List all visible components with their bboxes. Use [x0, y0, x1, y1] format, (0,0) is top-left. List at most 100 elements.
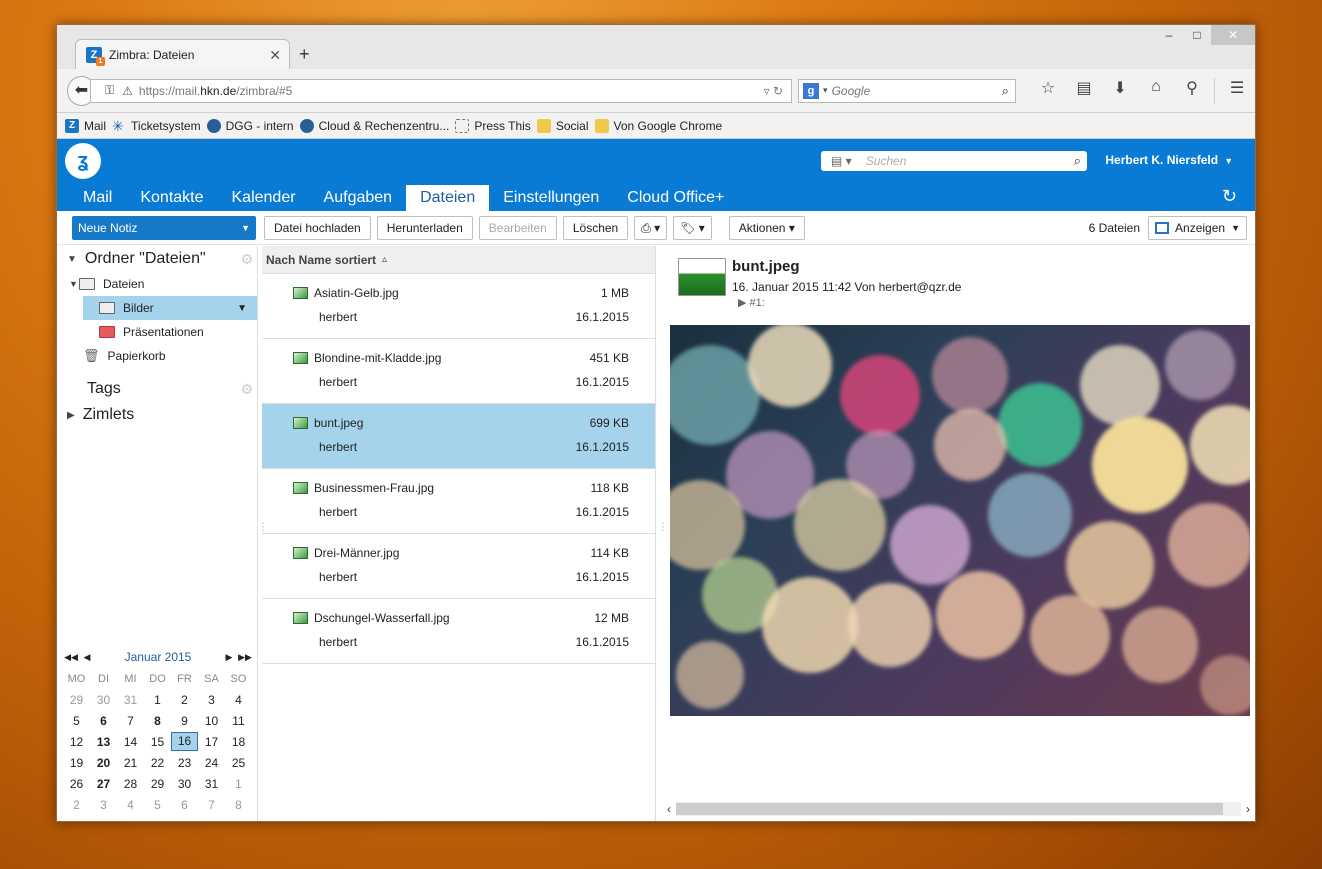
reading-list-icon[interactable]: ▤ — [1066, 78, 1102, 104]
scroll-right-icon[interactable]: › — [1241, 802, 1255, 816]
bookmark-press-this[interactable]: Press This — [455, 118, 531, 133]
next-month-icon[interactable]: ▶ — [221, 652, 237, 663]
calendar-day[interactable]: 1 — [144, 693, 171, 707]
calendar-day[interactable]: 12 — [63, 735, 90, 749]
file-row[interactable]: Dschungel-Wasserfall.jpg 12 MB herbert 1… — [262, 599, 655, 664]
bookmark-ticketsystem[interactable]: ✳ Ticketsystem — [112, 119, 201, 133]
delete-button[interactable]: Löschen — [562, 215, 629, 240]
calendar-day[interactable]: 7 — [117, 714, 144, 728]
file-row[interactable]: Blondine-mit-Kladde.jpg 451 KB herbert 1… — [262, 339, 655, 404]
calendar-day[interactable]: 24 — [198, 756, 225, 770]
calendar-month[interactable]: Januar 2015 — [95, 650, 221, 664]
zimbra-logo[interactable]: ʓ — [65, 143, 101, 179]
reload-icon[interactable]: ▿ ↻ — [764, 84, 791, 98]
folder-bilder[interactable]: Bilder ▼ — [83, 296, 257, 320]
calendar-day[interactable]: 14 — [117, 735, 144, 749]
tab-mail[interactable]: Mail — [69, 185, 126, 211]
search-icon[interactable]: ⌕ — [1002, 83, 1015, 99]
actions-button[interactable]: Aktionen ▾ — [728, 215, 805, 240]
maximize-button[interactable]: □ — [1183, 25, 1211, 45]
file-row-selected[interactable]: bunt.jpeg 699 KB herbert 16.1.2015 — [262, 404, 655, 469]
calendar-day[interactable]: 18 — [225, 735, 252, 749]
file-row[interactable]: Businessmen-Frau.jpg 118 KB herbert 16.1… — [262, 469, 655, 534]
pin-icon[interactable]: ⚲ — [1174, 78, 1210, 104]
calendar-day[interactable]: 7 — [198, 798, 225, 812]
menu-icon[interactable]: ☰ — [1219, 78, 1255, 104]
refresh-icon[interactable]: ↻ — [1222, 186, 1237, 207]
close-tab-icon[interactable]: ✕ — [269, 47, 281, 64]
calendar-day[interactable]: 28 — [117, 777, 144, 791]
gear-icon[interactable]: ⚙ — [240, 381, 253, 398]
view-button[interactable]: Anzeigen ▼ — [1148, 216, 1247, 240]
prev-year-icon[interactable]: ◀◀ — [63, 652, 79, 663]
calendar-day[interactable]: 23 — [171, 756, 198, 770]
bookmark-mail[interactable]: Z Mail — [65, 118, 106, 133]
tab-einstellungen[interactable]: Einstellungen — [489, 185, 613, 211]
calendar-day[interactable]: 13 — [90, 735, 117, 749]
expand-arrow-icon[interactable]: ▶ — [67, 410, 75, 421]
document-icon[interactable]: ▤ ▾ — [831, 154, 852, 168]
version-toggle[interactable]: ▶ #1: — [738, 296, 765, 309]
calendar-day[interactable]: 27 — [90, 777, 117, 791]
prev-month-icon[interactable]: ◀ — [79, 652, 95, 663]
calendar-day[interactable]: 5 — [63, 714, 90, 728]
calendar-day[interactable]: 30 — [171, 777, 198, 791]
browser-tab[interactable]: Z Zimbra: Dateien ✕ — [75, 39, 290, 70]
tab-aufgaben[interactable]: Aufgaben — [310, 185, 407, 211]
bookmark-cloud[interactable]: Cloud & Rechenzentru... — [299, 118, 449, 133]
home-icon[interactable]: ⌂ — [1138, 78, 1174, 104]
bookmark-dgg-intern[interactable]: DGG - intern — [206, 118, 294, 133]
scroll-thumb[interactable] — [676, 803, 1223, 815]
gear-icon[interactable]: ⚙ — [240, 251, 253, 268]
calendar-day[interactable]: 2 — [171, 693, 198, 707]
user-menu[interactable]: Herbert K. Niersfeld ▼ — [1105, 153, 1233, 167]
download-button[interactable]: Herunterladen — [376, 215, 473, 240]
print-button[interactable]: ⎙ ▾ — [634, 215, 668, 240]
calendar-day[interactable]: 9 — [171, 714, 198, 728]
tab-kalender[interactable]: Kalender — [218, 185, 310, 211]
calendar-day[interactable]: 4 — [117, 798, 144, 812]
tab-kontakte[interactable]: Kontakte — [126, 185, 217, 211]
calendar-day[interactable]: 20 — [90, 756, 117, 770]
calendar-day[interactable]: 8 — [144, 714, 171, 728]
calendar-day[interactable]: 8 — [225, 798, 252, 812]
folder-praesentationen[interactable]: Präsentationen — [57, 320, 257, 344]
calendar-day[interactable]: 17 — [198, 735, 225, 749]
new-note-button[interactable]: Neue Notiz ▼ — [72, 215, 256, 240]
calendar-day[interactable]: 15 — [144, 735, 171, 749]
calendar-day[interactable]: 3 — [90, 798, 117, 812]
calendar-day[interactable]: 19 — [63, 756, 90, 770]
tab-dateien[interactable]: Dateien — [406, 185, 490, 211]
url-bar[interactable]: ⚿ ⚠ https://mail.hkn.de/zimbra/#5 ▿ ↻ — [89, 78, 793, 103]
calendar-day[interactable]: 21 — [117, 756, 144, 770]
folder-papierkorb[interactable]: 🗑 Papierkorb — [57, 344, 257, 368]
calendar-day[interactable]: 26 — [63, 777, 90, 791]
next-year-icon[interactable]: ▶▶ — [237, 652, 253, 663]
chevron-down-icon[interactable]: ▼ — [237, 303, 247, 314]
calendar-day[interactable]: 6 — [171, 798, 198, 812]
expand-arrow-icon[interactable]: ▼ — [67, 254, 77, 265]
calendar-day[interactable]: 2 — [63, 798, 90, 812]
sort-header[interactable]: Nach Name sortiert ▵ — [262, 246, 655, 274]
horizontal-scrollbar[interactable]: ‹ › — [662, 801, 1255, 817]
bookmark-google-chrome[interactable]: Von Google Chrome — [594, 118, 722, 133]
upload-button[interactable]: Datei hochladen — [264, 215, 371, 240]
tags-header[interactable]: Tags ⚙ — [57, 376, 257, 402]
tab-cloud-office[interactable]: Cloud Office+ — [613, 185, 738, 211]
file-row[interactable]: Asiatin-Gelb.jpg 1 MB herbert 16.1.2015 — [262, 274, 655, 339]
calendar-day[interactable]: 29 — [144, 777, 171, 791]
folder-section-header[interactable]: ▼ Ordner "Dateien" ⚙ — [57, 246, 257, 272]
calendar-day[interactable]: 6 — [90, 714, 117, 728]
close-window-button[interactable]: ✕ — [1211, 25, 1255, 45]
calendar-day[interactable]: 10 — [198, 714, 225, 728]
calendar-day[interactable]: 31 — [198, 777, 225, 791]
calendar-day[interactable]: 1 — [225, 777, 252, 791]
calendar-day-today[interactable]: 16 — [171, 732, 198, 751]
calendar-day[interactable]: 31 — [117, 693, 144, 707]
scroll-track[interactable] — [676, 802, 1241, 816]
minimize-button[interactable]: – — [1155, 25, 1183, 45]
bookmark-social[interactable]: Social — [536, 118, 589, 133]
engine-dropdown-icon[interactable]: ▾ — [823, 85, 828, 96]
calendar-day[interactable]: 25 — [225, 756, 252, 770]
folder-dateien[interactable]: ▼ Dateien — [57, 272, 257, 296]
